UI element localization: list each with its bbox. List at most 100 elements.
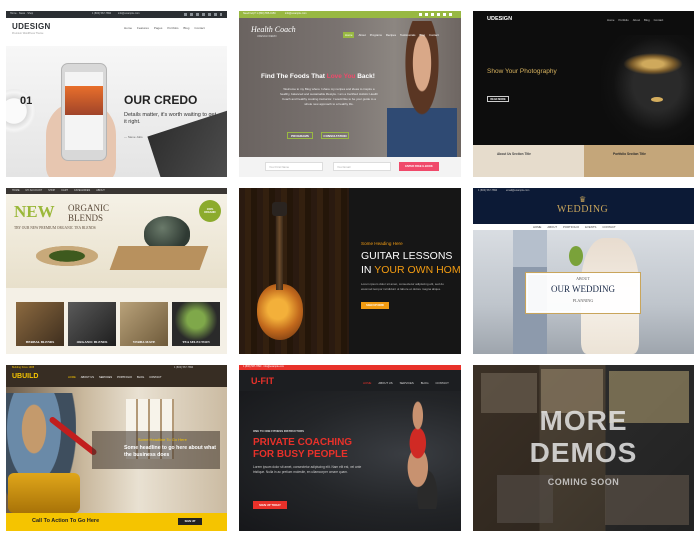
- topbar-email[interactable]: info@example.com: [118, 12, 139, 16]
- main-nav: HOME ABOUT US SERVICES PORTFOLIO BLOG CO…: [68, 376, 162, 379]
- category-herbal[interactable]: HERBAL BLENDS: [16, 302, 64, 346]
- programs-button[interactable]: PROGRAMS: [287, 132, 313, 139]
- hero-headline-line1: PRIVATE COACHING: [253, 437, 353, 448]
- social-icons[interactable]: [419, 13, 455, 16]
- nav-item[interactable]: Portfolio: [618, 18, 628, 22]
- nav-item[interactable]: About: [358, 32, 365, 38]
- nav-item[interactable]: Home: [343, 32, 355, 38]
- consultation-button[interactable]: CONSULTATION: [321, 132, 349, 139]
- hero-text: Lorem ipsum dolor sit amet, consectetur …: [253, 465, 362, 474]
- demo-ufit[interactable]: 1 (800) 567-7890 · info@example.com U-FI…: [239, 365, 461, 531]
- site-logo[interactable]: WEDDING: [557, 204, 608, 215]
- demo-ubuild[interactable]: Building Since 1988 1 (800) 567-7890 UBU…: [6, 365, 227, 531]
- hero-title-line2: BLENDS: [68, 213, 104, 223]
- first-name-field[interactable]: Your First Name: [265, 162, 323, 171]
- nav-item[interactable]: Contact: [194, 26, 204, 30]
- nav-item[interactable]: Testimonials: [400, 32, 415, 38]
- gold-hands-image: [623, 53, 683, 75]
- headline-accent: YOUR OWN HOME: [374, 264, 461, 276]
- nav-item[interactable]: CART: [61, 189, 68, 192]
- nav-item[interactable]: HOME: [363, 381, 371, 385]
- nav-item[interactable]: MY ACCOUNT: [26, 189, 43, 192]
- read-more-button[interactable]: READ MORE: [487, 96, 509, 102]
- nav-item[interactable]: PORTFOLIO: [117, 376, 132, 379]
- sign-up-button[interactable]: SIGN UP NOW: [361, 302, 389, 309]
- more-demos-tile[interactable]: MORE DEMOS COMING SOON: [473, 365, 694, 531]
- nav-item[interactable]: BLOG: [421, 381, 429, 385]
- site-logo[interactable]: Health Coach: [251, 25, 296, 34]
- demo-photography[interactable]: UDESIGN Home Portfolio About Blog Contac…: [473, 11, 694, 177]
- nav-item[interactable]: CONTACT: [149, 376, 161, 379]
- topbar-email[interactable]: info@example.com: [285, 12, 306, 16]
- site-logo[interactable]: UBUILD: [12, 373, 38, 380]
- site-logo[interactable]: UDESIGN: [487, 16, 512, 22]
- demo-wedding[interactable]: 1 (800) 567-7890 email@example.com ♛ WED…: [473, 188, 694, 354]
- nav-item[interactable]: Home: [124, 26, 132, 30]
- email-field[interactable]: Your Email: [333, 162, 391, 171]
- headline-accent: Love You: [326, 73, 356, 80]
- category-label: YERBA MATE: [132, 340, 156, 344]
- portrait-image: [601, 35, 694, 145]
- tea-leaves-scoop-image: [36, 246, 98, 266]
- topbar-links[interactable]: Home · News · Shop: [10, 12, 33, 16]
- nav-item[interactable]: ABOUT US: [81, 376, 94, 379]
- hero-text: Welcome to my Blog where I share my reci…: [280, 87, 378, 106]
- nav-item[interactable]: Programs: [370, 32, 382, 38]
- category-label: ORGANIC BLENDS: [76, 340, 108, 344]
- nav-item[interactable]: Home: [607, 18, 614, 22]
- nav-item[interactable]: Blog: [644, 18, 650, 22]
- sign-up-button[interactable]: SIGN UP TODAY: [253, 501, 287, 509]
- site-logo[interactable]: UDESIGN: [12, 22, 51, 31]
- hero-headline: Some headline to go here about what the …: [124, 445, 216, 458]
- hero-headline: OUR WEDDING: [550, 284, 616, 294]
- nav-item[interactable]: PORTFOLIO: [563, 225, 579, 229]
- nav-item[interactable]: SERVICES: [99, 376, 112, 379]
- nav-item[interactable]: HOME: [68, 376, 76, 379]
- demo-guitar-lessons[interactable]: Some Heading Here GUITAR LESSONS IN YOUR…: [239, 188, 461, 354]
- main-nav: Home About Programs Recipes Testimonials…: [343, 32, 439, 38]
- teapot-image: [144, 216, 190, 250]
- nav-item[interactable]: Contact: [429, 32, 439, 38]
- tool-belt-image: [8, 473, 80, 513]
- phone-screen: [65, 72, 103, 150]
- hero-subheadline: PLANNING: [572, 298, 594, 303]
- guitar-body-image: [257, 284, 303, 340]
- nav-item[interactable]: Features: [137, 26, 149, 30]
- nav-item[interactable]: SHOP: [48, 189, 55, 192]
- site-tagline: Premium WordPress Theme: [12, 32, 44, 35]
- category-yerba[interactable]: YERBA MATE: [120, 302, 168, 346]
- nav-item[interactable]: EVENTS: [585, 225, 596, 229]
- nav-item[interactable]: CATEGORIES: [74, 189, 90, 192]
- category-tea-selection[interactable]: TEA SELECTION: [172, 302, 220, 346]
- demo-organic-tea[interactable]: HOME MY ACCOUNT SHOP CART CATEGORIES ABO…: [6, 188, 227, 354]
- main-nav: HOME MY ACCOUNT SHOP CART CATEGORIES ABO…: [12, 189, 105, 192]
- nav-item[interactable]: HOME: [12, 189, 20, 192]
- nav-item[interactable]: CONTACT: [602, 225, 615, 229]
- demo-udesign[interactable]: Home · News · Shop 1 (800) 567-7890 info…: [6, 11, 227, 177]
- nav-item[interactable]: Pages: [154, 26, 163, 30]
- submit-button[interactable]: ENTER FREE E-BOOK: [399, 162, 439, 171]
- topbar-email[interactable]: email@example.com: [506, 189, 529, 193]
- nav-item[interactable]: CONTACT: [436, 381, 449, 385]
- nav-item[interactable]: Blog: [183, 26, 189, 30]
- nav-item[interactable]: Blog: [419, 32, 425, 38]
- nav-item[interactable]: Contact: [654, 18, 664, 22]
- hero-headline-line1: GUITAR LESSONS: [361, 250, 453, 262]
- nav-item[interactable]: ABOUT: [96, 189, 105, 192]
- headline-prefix: IN: [361, 264, 375, 276]
- nav-item[interactable]: HOME: [533, 225, 541, 229]
- nav-item[interactable]: BLOG: [137, 376, 144, 379]
- nav-item[interactable]: SERVICES: [400, 381, 414, 385]
- nav-item[interactable]: Recipes: [386, 32, 396, 38]
- nav-item[interactable]: ABOUT: [547, 225, 557, 229]
- nav-item[interactable]: ABOUT US: [378, 381, 392, 385]
- category-organic[interactable]: ORGANIC BLENDS: [68, 302, 116, 346]
- nav-item[interactable]: Portfolio: [167, 26, 178, 30]
- topbar-text: Building Since 1988: [12, 366, 35, 369]
- site-logo[interactable]: U-FIT: [251, 376, 274, 386]
- nav-item[interactable]: About: [633, 18, 640, 22]
- social-icons[interactable]: [184, 13, 222, 16]
- bouquet-image: [569, 246, 583, 266]
- demo-health-coach[interactable]: Need help? 1 (800) 555-0150 info@example…: [239, 11, 461, 177]
- cta-button[interactable]: SIGN UP: [178, 518, 202, 525]
